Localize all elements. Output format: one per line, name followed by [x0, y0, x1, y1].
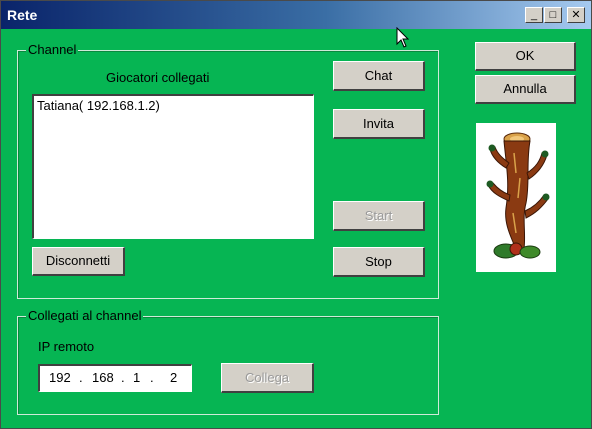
chat-button[interactable]: Chat [333, 61, 425, 91]
channel-group-label: Channel [26, 42, 79, 57]
ip-address-field[interactable]: 192 . 168 . 1 . 2 [38, 364, 192, 392]
ip-octet-4[interactable]: 2 [170, 370, 177, 385]
title-bar[interactable]: Rete _ □ ✕ [1, 1, 591, 29]
start-button[interactable]: Start [333, 201, 425, 231]
ok-button[interactable]: OK [475, 42, 576, 71]
list-item[interactable]: Tatiana( 192.168.1.2) [37, 98, 160, 113]
minimize-button[interactable]: _ [525, 7, 543, 23]
ip-octet-3[interactable]: 1 [133, 370, 140, 385]
ip-octet-1[interactable]: 192 [49, 370, 71, 385]
rete-window: Rete _ □ ✕ Channel Giocatori collegati T… [0, 0, 592, 429]
ip-separator: . [79, 370, 83, 385]
disconnect-button[interactable]: Disconnetti [32, 247, 125, 276]
connect-button[interactable]: Collega [221, 363, 314, 393]
mouse-cursor-icon [396, 27, 410, 48]
cancel-button[interactable]: Annulla [475, 75, 576, 104]
window-title: Rete [7, 7, 38, 23]
maximize-button[interactable]: □ [544, 7, 562, 23]
players-label: Giocatori collegati [106, 70, 210, 85]
connect-group-label: Collegati al channel [26, 308, 144, 323]
ip-label: IP remoto [38, 339, 95, 354]
invite-button[interactable]: Invita [333, 109, 425, 139]
players-list[interactable]: Tatiana( 192.168.1.2) [32, 94, 314, 239]
close-button[interactable]: ✕ [567, 7, 585, 23]
stop-button[interactable]: Stop [333, 247, 425, 277]
ip-separator: . [121, 370, 125, 385]
card-image [476, 123, 556, 272]
club-card-icon [476, 123, 556, 272]
ip-separator: . [150, 370, 154, 385]
ip-octet-2[interactable]: 168 [92, 370, 114, 385]
